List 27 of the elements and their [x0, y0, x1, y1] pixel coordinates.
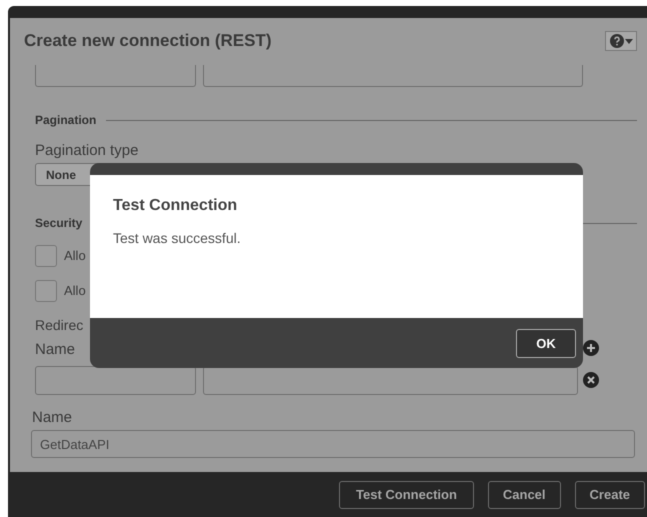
input-field[interactable]	[203, 65, 583, 87]
field-label: Name	[32, 409, 72, 427]
column-label: Name	[35, 341, 76, 359]
section-heading: Pagination	[35, 113, 96, 127]
caret-icon	[624, 38, 632, 44]
field-label: Redirec	[35, 316, 84, 334]
footer-button[interactable]: Create	[574, 480, 645, 508]
dialog-title: Create new connection (REST)	[24, 31, 272, 51]
checkbox[interactable]	[35, 245, 57, 267]
footer-button[interactable]: Test Connection	[339, 480, 474, 508]
help-icon	[610, 34, 624, 48]
input-field[interactable]	[35, 366, 196, 395]
checkbox-label: Allo	[64, 247, 86, 265]
ok-button[interactable]: OK	[516, 328, 576, 358]
remove-icon[interactable]	[583, 372, 599, 388]
name-field[interactable]: GetDataAPI	[31, 430, 635, 458]
checkbox-label: Allo	[64, 282, 86, 300]
message-text: Test was successful.	[113, 230, 242, 246]
field-label: Pagination type	[35, 142, 138, 160]
input-field[interactable]	[35, 65, 196, 87]
footer-button[interactable]: Cancel	[488, 480, 561, 508]
help-button[interactable]	[605, 31, 637, 51]
section-heading: Security	[35, 216, 82, 230]
input-field[interactable]	[203, 366, 578, 395]
checkbox[interactable]	[35, 280, 57, 302]
dialog-title: Test Connection	[113, 197, 238, 215]
add-icon[interactable]	[583, 340, 599, 356]
